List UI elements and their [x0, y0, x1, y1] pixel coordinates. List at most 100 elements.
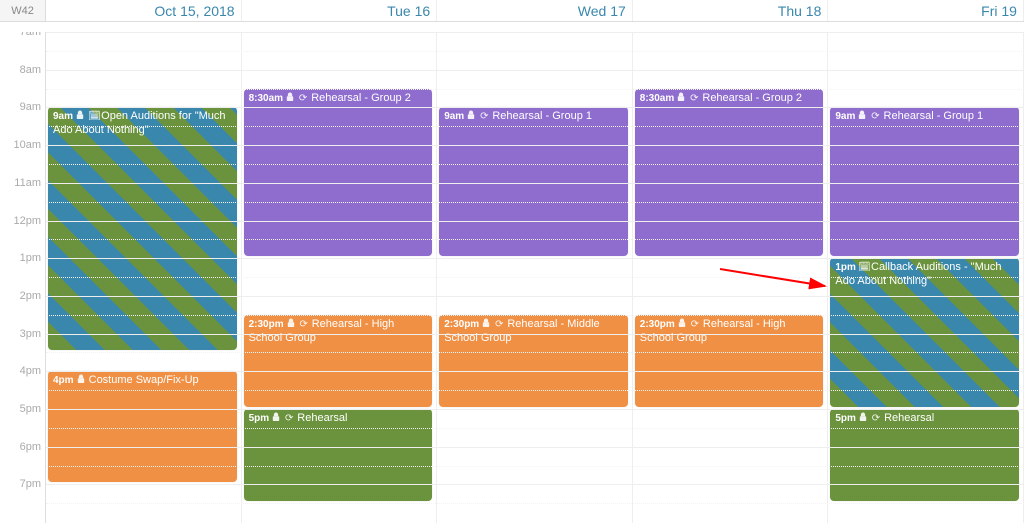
- recurring-icon: ⟳: [494, 319, 504, 332]
- event-time: 9am: [53, 111, 73, 122]
- calendar-event[interactable]: 5pm ⟳ Rehearsal: [830, 409, 1019, 501]
- week-calendar: W42 Oct 15, 2018 Tue 16 Wed 17 Thu 18 Fr…: [0, 0, 1024, 523]
- hour-gridline: [46, 447, 1024, 448]
- halfhour-gridline: [46, 126, 1024, 127]
- time-label: 1pm: [20, 252, 41, 264]
- hour-gridline: [46, 221, 1024, 222]
- day-header-fri[interactable]: Fri 19: [828, 0, 1024, 21]
- event-time: 5pm: [835, 413, 856, 424]
- lock-icon: [676, 92, 686, 106]
- week-number: W42: [0, 0, 46, 21]
- hour-gridline: [46, 258, 1024, 259]
- halfhour-gridline: [46, 352, 1024, 353]
- event-time: 8:30am: [249, 93, 283, 104]
- hour-gridline: [46, 409, 1024, 410]
- lock-icon: [76, 374, 86, 388]
- event-title: Rehearsal - Group 2: [702, 92, 802, 104]
- lock-icon: [677, 318, 687, 332]
- lock-icon: [286, 318, 296, 332]
- halfhour-gridline: [46, 466, 1024, 467]
- event-time: 2:30pm: [640, 319, 675, 330]
- recurring-icon: ⟳: [871, 413, 881, 426]
- halfhour-gridline: [46, 202, 1024, 203]
- calendar-event[interactable]: 2:30pm ⟳ Rehearsal - Middle School Group: [439, 315, 628, 407]
- event-title: Rehearsal - Group 1: [492, 110, 592, 122]
- lock-icon: [466, 110, 476, 124]
- halfhour-gridline: [46, 51, 1024, 52]
- recurring-icon: ⟳: [284, 413, 294, 426]
- halfhour-gridline: [46, 428, 1024, 429]
- calendar-event[interactable]: 9am ⟳ Rehearsal - Group 1: [439, 107, 628, 256]
- day-header-mon[interactable]: Oct 15, 2018: [46, 0, 242, 21]
- recurring-icon: ⟳: [870, 111, 880, 124]
- event-title: Rehearsal: [884, 412, 934, 424]
- halfhour-gridline: [46, 89, 1024, 90]
- event-time: 9am: [444, 111, 464, 122]
- lock-icon: [857, 110, 867, 124]
- time-label: 6pm: [20, 441, 41, 453]
- time-label: 4pm: [20, 365, 41, 377]
- calendar-event[interactable]: 5pm ⟳ Rehearsal: [244, 409, 433, 501]
- event-title: Rehearsal: [297, 412, 347, 424]
- halfhour-gridline: [46, 164, 1024, 165]
- calendar-icon: 🗓: [858, 262, 868, 275]
- time-label: 5pm: [20, 403, 41, 415]
- halfhour-gridline: [46, 390, 1024, 391]
- time-label: 10am: [13, 139, 41, 151]
- time-label: 8am: [20, 64, 41, 76]
- hour-gridline: [46, 32, 1024, 33]
- event-title: Rehearsal - Group 2: [311, 92, 411, 104]
- hour-gridline: [46, 484, 1024, 485]
- day-header-wed[interactable]: Wed 17: [437, 0, 633, 21]
- calendar-event[interactable]: 2:30pm ⟳ Rehearsal - High School Group: [635, 315, 824, 407]
- time-label: 3pm: [20, 328, 41, 340]
- lock-icon: [858, 412, 868, 426]
- calendar-icon: 🗓: [88, 111, 98, 124]
- hour-gridline: [46, 334, 1024, 335]
- event-time: 9am: [835, 111, 855, 122]
- event-title: Rehearsal - Group 1: [884, 110, 984, 122]
- lock-icon: [285, 92, 295, 106]
- recurring-icon: ⟳: [298, 93, 308, 106]
- day-header-thu[interactable]: Thu 18: [633, 0, 829, 21]
- event-time: 5pm: [249, 413, 270, 424]
- hour-gridline: [46, 107, 1024, 108]
- hour-gridline: [46, 70, 1024, 71]
- calendar-event[interactable]: 1pm🗓 Callback Auditions - "Much Ado Abou…: [830, 258, 1019, 407]
- day-header-tue[interactable]: Tue 16: [242, 0, 438, 21]
- day-grid: 9am 🗓 Open Auditions for "Much Ado About…: [46, 32, 1024, 523]
- time-label: 2pm: [20, 290, 41, 302]
- event-time: 1pm: [835, 262, 856, 273]
- hour-gridline: [46, 145, 1024, 146]
- time-column: 7am 8am 9am 10am 11am 12pm 1pm 2pm 3pm 4pm 5pm 6pm 7…: [0, 32, 46, 523]
- lock-icon: [75, 110, 85, 124]
- halfhour-gridline: [46, 315, 1024, 316]
- lock-icon: [481, 318, 491, 332]
- calendar-event[interactable]: 9am ⟳ Rehearsal - Group 1: [830, 107, 1019, 256]
- time-label: 7am: [20, 32, 41, 38]
- header-row: W42 Oct 15, 2018 Tue 16 Wed 17 Thu 18 Fr…: [0, 0, 1024, 22]
- time-label: 9am: [20, 101, 41, 113]
- calendar-body: 7am 8am 9am 10am 11am 12pm 1pm 2pm 3pm 4pm 5pm 6pm 7…: [0, 32, 1024, 523]
- recurring-icon: ⟳: [299, 319, 309, 332]
- hour-gridline: [46, 371, 1024, 372]
- time-label: 7pm: [20, 478, 41, 490]
- recurring-icon: ⟳: [689, 93, 699, 106]
- calendar-event[interactable]: 8:30am ⟳ Rehearsal - Group 2: [244, 89, 433, 257]
- event-time: 8:30am: [640, 93, 674, 104]
- event-time: 4pm: [53, 375, 74, 386]
- calendar-event[interactable]: 2:30pm ⟳ Rehearsal - High School Group: [244, 315, 433, 407]
- hour-gridline: [46, 296, 1024, 297]
- halfhour-gridline: [46, 277, 1024, 278]
- halfhour-gridline: [46, 503, 1024, 504]
- event-time: 2:30pm: [249, 319, 284, 330]
- event-title: Costume Swap/Fix-Up: [89, 374, 199, 386]
- recurring-icon: ⟳: [690, 319, 700, 332]
- time-label: 11am: [14, 177, 41, 189]
- hour-gridline: [46, 183, 1024, 184]
- lock-icon: [271, 412, 281, 426]
- time-label: 12pm: [13, 215, 41, 227]
- recurring-icon: ⟳: [479, 111, 489, 124]
- calendar-event[interactable]: 8:30am ⟳ Rehearsal - Group 2: [635, 89, 824, 257]
- event-time: 2:30pm: [444, 319, 479, 330]
